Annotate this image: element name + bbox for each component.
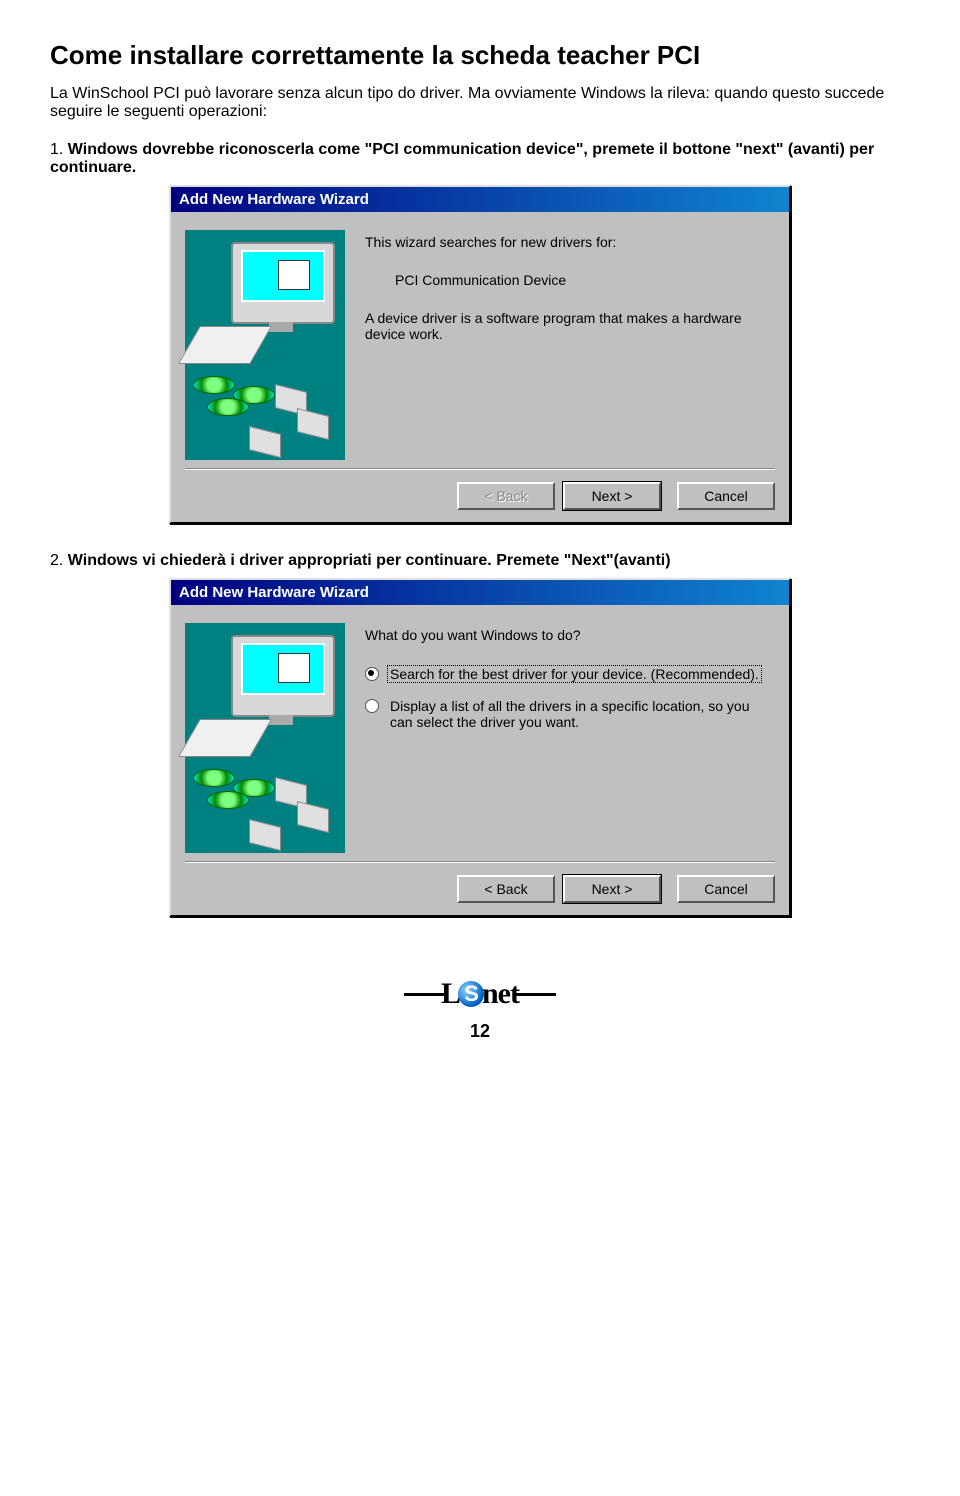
- intro-text: La WinSchool PCI può lavorare senza alcu…: [50, 85, 910, 121]
- page-heading: Come installare correttamente la scheda …: [50, 40, 910, 71]
- wizard2-prompt: What do you want Windows to do?: [365, 627, 775, 643]
- radio-label-1: Search for the best driver for your devi…: [387, 665, 762, 683]
- wizard1-desc: A device driver is a software program th…: [365, 310, 775, 342]
- logo-text-net: net: [482, 977, 519, 1011]
- footer-logo: L S net: [50, 977, 910, 1011]
- wizard-titlebar: Add New Hardware Wizard: [171, 187, 789, 212]
- radio-option-search[interactable]: Search for the best driver for your devi…: [365, 665, 775, 683]
- step-2-text: Windows vi chiederà i driver appropriati…: [68, 552, 671, 569]
- next-button[interactable]: Next >: [563, 482, 661, 510]
- cancel-button[interactable]: Cancel: [677, 875, 775, 903]
- wizard2-side-graphic: [185, 623, 345, 853]
- radio-label-2: Display a list of all the drivers in a s…: [387, 697, 775, 731]
- step-1-num: 1.: [50, 141, 63, 158]
- next-button[interactable]: Next >: [563, 875, 661, 903]
- radio-dot-icon: [365, 699, 379, 713]
- page-number: 12: [50, 1021, 910, 1042]
- logo-sphere-icon: S: [458, 981, 484, 1007]
- radio-dot-icon: [365, 667, 379, 681]
- wizard2-titlebar: Add New Hardware Wizard: [171, 580, 789, 605]
- step-2: 2. Windows vi chiederà i driver appropri…: [50, 552, 910, 570]
- wizard-side-graphic: [185, 230, 345, 460]
- wizard1-device: PCI Communication Device: [395, 272, 775, 288]
- step-2-num: 2.: [50, 552, 63, 569]
- wizard-dialog-1: Add New Hardware Wizard This wizard sear…: [169, 185, 791, 524]
- wizard-dialog-2: Add New Hardware Wizard What do you want…: [169, 578, 791, 917]
- wizard1-line1: This wizard searches for new drivers for…: [365, 234, 775, 250]
- back-button: < Back: [457, 482, 555, 510]
- step-1: 1. Windows dovrebbe riconoscerla come "P…: [50, 141, 910, 177]
- cancel-button[interactable]: Cancel: [677, 482, 775, 510]
- radio-option-list[interactable]: Display a list of all the drivers in a s…: [365, 697, 775, 731]
- back-button[interactable]: < Back: [457, 875, 555, 903]
- step-1-text: Windows dovrebbe riconoscerla come "PCI …: [50, 141, 874, 176]
